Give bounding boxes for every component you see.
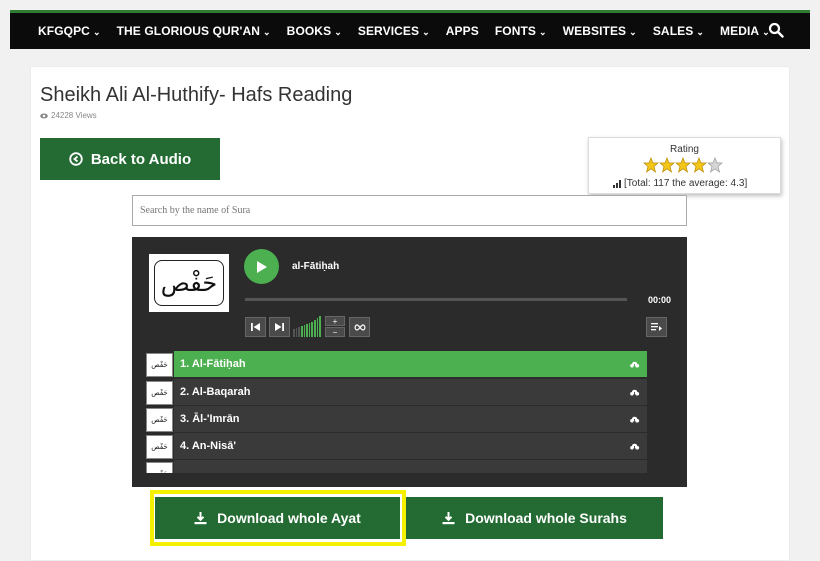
back-to-audio-button[interactable]: Back to Audio — [40, 138, 220, 180]
nav-item-kfgqpc[interactable]: KFGQPC ⌄ — [38, 24, 101, 38]
nav-item-websites[interactable]: WEBSITES ⌄ — [563, 24, 637, 38]
rating-stats: [Total: 117 the average: 4.3] — [613, 178, 747, 189]
volume-down-button[interactable]: − — [325, 327, 345, 337]
star-full-icon[interactable] — [659, 157, 675, 173]
nav-item-glorious-quran[interactable]: THE GLORIOUS QUR'AN ⌄ — [117, 24, 271, 38]
nav-item-apps[interactable]: APPS — [446, 24, 479, 38]
nav-item-sales[interactable]: SALES ⌄ — [653, 24, 704, 38]
page-title: Sheikh Ali Al-Huthify- Hafs Reading — [40, 84, 353, 106]
download-whole-surahs-label: Download whole Surahs — [465, 510, 627, 526]
bar-chart-icon — [613, 179, 621, 188]
chevron-down-icon: ⌄ — [696, 27, 704, 37]
download-cloud-icon[interactable] — [621, 351, 647, 378]
chevron-down-icon: ⌄ — [263, 27, 271, 37]
artwork-text: حَفْص — [154, 260, 224, 306]
repeat-button[interactable] — [349, 317, 370, 337]
star-full-icon[interactable] — [691, 157, 707, 173]
album-artwork: حَفْص — [149, 254, 229, 312]
time-display: 00:00 — [648, 295, 672, 305]
playlist-item-thumb: حَفْص — [146, 352, 173, 377]
playlist-item-thumb: حَفْص — [146, 407, 173, 432]
current-track-title: al-Fātiḥah — [292, 261, 340, 272]
playlist-item-label[interactable]: 4. An-Nisā' — [174, 433, 621, 460]
previous-button[interactable] — [245, 317, 266, 337]
chevron-down-icon: ⌄ — [539, 27, 547, 37]
back-to-audio-label: Back to Audio — [90, 150, 192, 168]
star-empty-icon[interactable] — [707, 157, 723, 173]
search-icon[interactable] — [768, 22, 784, 38]
skip-forward-icon — [275, 323, 284, 331]
playlist-item-thumb: حَفْص — [146, 461, 173, 473]
nav-item-books[interactable]: BOOKS ⌄ — [287, 24, 342, 38]
eye-icon — [40, 113, 48, 118]
playlist-item-label[interactable]: 1. Al-Fātiḥah — [174, 351, 621, 378]
chevron-down-icon: ⌄ — [629, 27, 637, 37]
nav-item-media[interactable]: MEDIA ⌄ — [720, 24, 770, 38]
download-cloud-icon[interactable] — [621, 406, 647, 433]
playlist-toggle-button[interactable] — [646, 317, 667, 337]
volume-up-button[interactable]: + — [325, 316, 345, 326]
main-navbar: KFGQPC ⌄ THE GLORIOUS QUR'AN ⌄ BOOKS ⌄ SERV… — [10, 13, 810, 49]
view-count: 24228 Views — [40, 111, 97, 120]
focus-highlight — [150, 490, 406, 546]
star-full-icon[interactable] — [675, 157, 691, 173]
playlist-item-label[interactable]: 3. Āl-'Imrān — [174, 406, 621, 433]
audio-player: حَفْص al-Fātiḥah 00:00 + − حَفْص 1. Al-F… — [132, 237, 687, 487]
play-icon — [256, 260, 267, 273]
volume-meter[interactable] — [293, 315, 322, 337]
rating-stars — [643, 157, 723, 173]
nav-item-fonts[interactable]: FONTS ⌄ — [495, 24, 547, 38]
view-count-text: 24228 Views — [51, 111, 97, 120]
chevron-down-icon: ⌄ — [92, 27, 101, 37]
progress-bar[interactable] — [245, 298, 627, 301]
playlist-item[interactable]: حَفْص 4. An-Nisā' — [145, 433, 660, 460]
rating-label: Rating — [670, 144, 699, 155]
arrow-left-circle-icon — [69, 152, 83, 166]
rating-stats-text: [Total: 117 the average: 4.3] — [624, 178, 748, 189]
download-cloud-icon[interactable] — [621, 379, 647, 406]
next-button[interactable] — [269, 317, 290, 337]
download-cloud-icon[interactable] — [621, 433, 647, 460]
playlist-item[interactable]: حَفْص — [145, 460, 660, 473]
star-full-icon[interactable] — [643, 157, 659, 173]
playlist-item-thumb: حَفْص — [146, 380, 173, 405]
playlist-item-label[interactable]: 2. Al-Baqarah — [174, 379, 621, 406]
rating-widget: Rating [Total: 117 the average: 4.3] — [588, 137, 781, 194]
download-cloud-icon[interactable] — [621, 460, 647, 473]
playlist-item-thumb: حَفْص — [146, 434, 173, 459]
play-button[interactable] — [244, 249, 279, 284]
download-icon — [442, 511, 455, 524]
skip-back-icon — [251, 323, 260, 331]
nav-item-services[interactable]: SERVICES ⌄ — [358, 24, 430, 38]
playlist-item[interactable]: حَفْص 3. Āl-'Imrān — [145, 406, 660, 433]
playlist-item[interactable]: حَفْص 1. Al-Fātiḥah — [145, 351, 660, 378]
playlist-icon — [651, 322, 662, 331]
playlist: حَفْص 1. Al-Fātiḥah حَفْص 2. Al-Baqarah … — [145, 351, 672, 473]
sura-search-input[interactable] — [132, 195, 687, 226]
infinity-icon — [354, 323, 365, 331]
chevron-down-icon: ⌄ — [422, 27, 430, 37]
playlist-item-label[interactable] — [174, 460, 621, 473]
chevron-down-icon: ⌄ — [334, 27, 342, 37]
download-whole-surahs-button[interactable]: Download whole Surahs — [406, 497, 663, 539]
playlist-item[interactable]: حَفْص 2. Al-Baqarah — [145, 379, 660, 406]
